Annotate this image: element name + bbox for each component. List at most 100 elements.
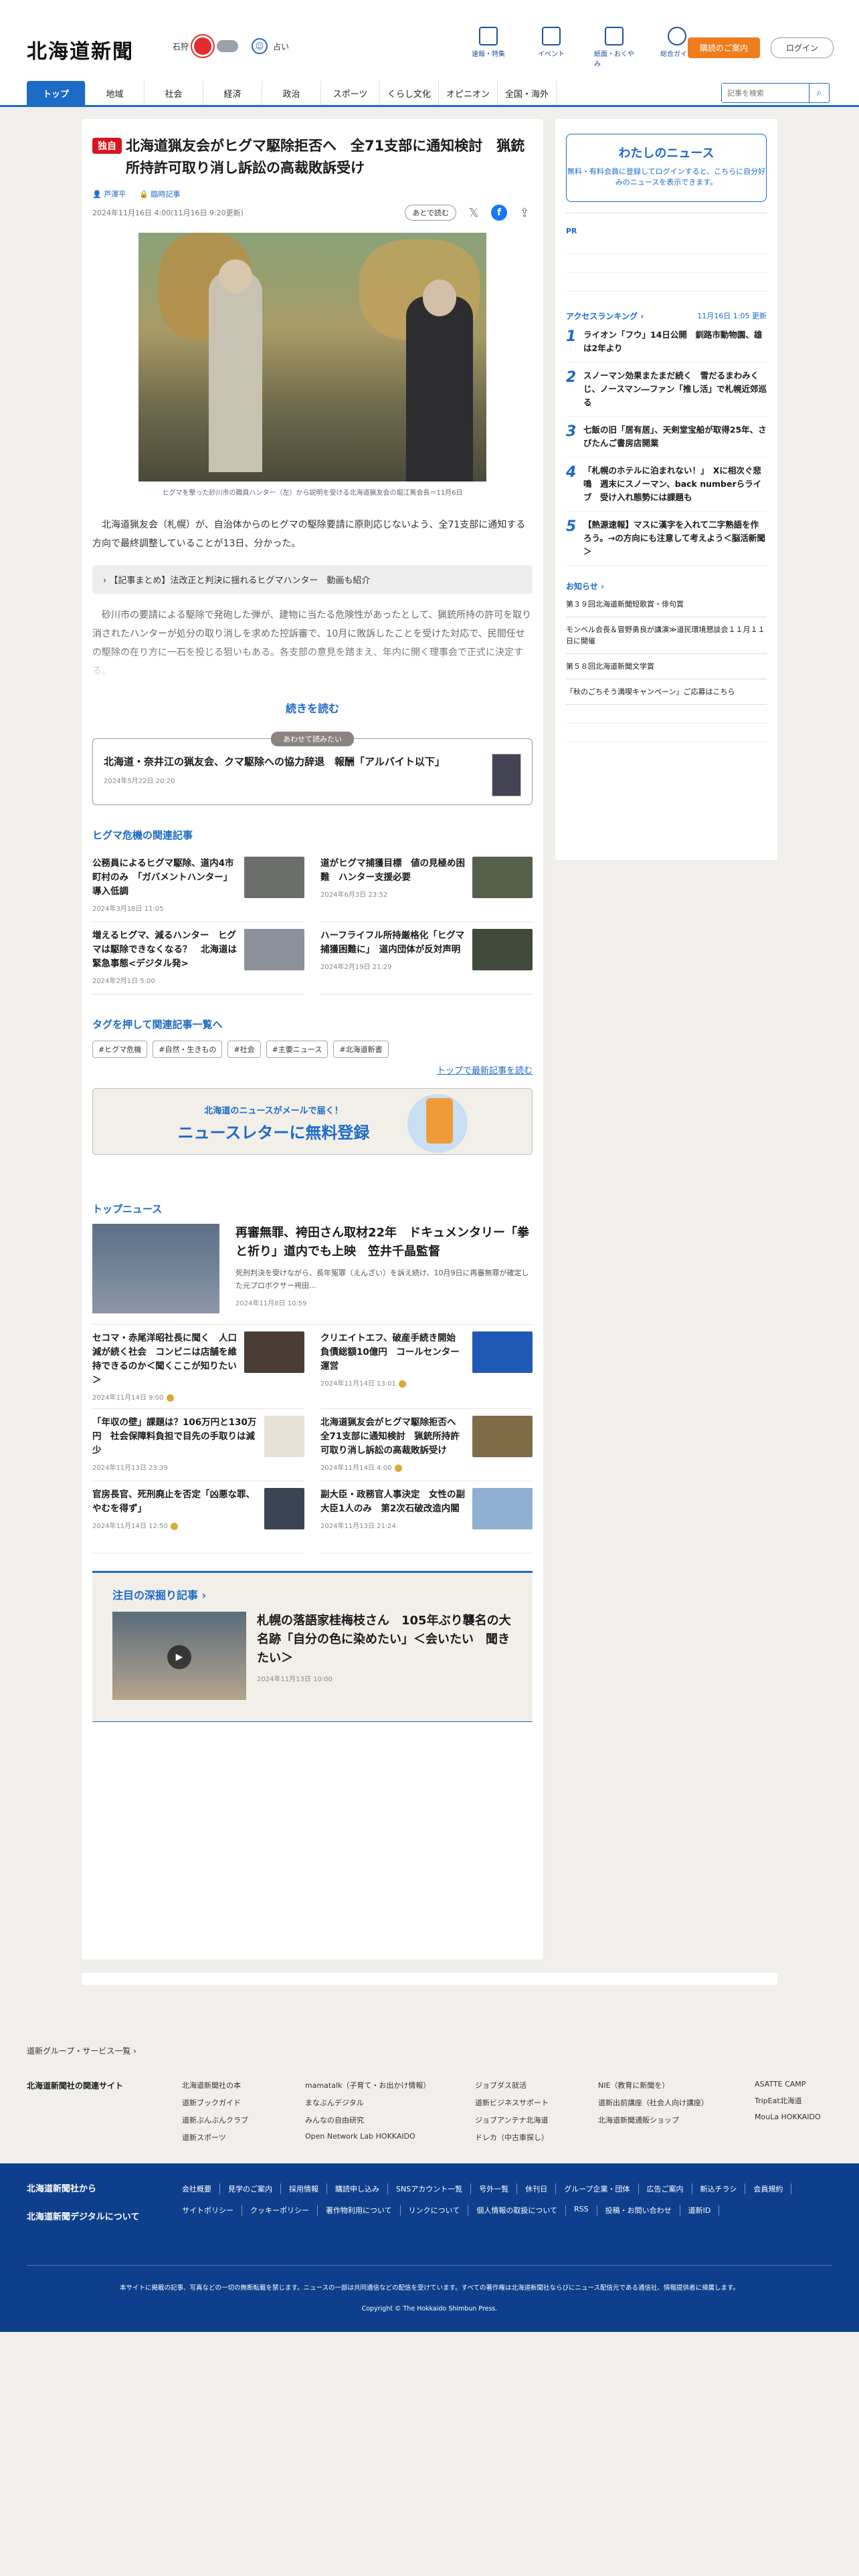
site-logo[interactable]: 北海道新聞 (27, 35, 134, 64)
author-link[interactable]: 👤 芦澤平 (92, 189, 126, 199)
search-input[interactable] (722, 84, 809, 102)
nav-tab-world[interactable]: 全国・海外 (498, 81, 557, 105)
ranking-item[interactable]: 1 ライオン「フウ」14日公開 釧路市動物園、雄は2年より (566, 322, 767, 362)
subscribe-button[interactable]: 購読のご案内 (688, 37, 761, 58)
summary-link[interactable]: › 【記事まとめ】法改正と判決に揺れるヒグマハンター 動画も紹介 (92, 565, 533, 594)
category-link[interactable]: 🔒 臨時記事 (139, 189, 180, 199)
site-link[interactable]: 北海道新聞社の本 (182, 2080, 289, 2090)
header-link-paper[interactable]: 紙面・おくやみ (594, 27, 634, 68)
login-button[interactable]: ログイン (771, 37, 834, 58)
article-photo[interactable] (138, 233, 486, 481)
footer-link[interactable]: クッキーポリシー (250, 2205, 318, 2216)
nav-tab-top[interactable]: トップ (27, 81, 86, 105)
header-link-events[interactable]: イベント (531, 27, 571, 68)
site-link[interactable]: TripEat北海道 (755, 2095, 828, 2106)
tag-link[interactable]: #北海道新書 (333, 1041, 389, 1058)
group-services-link[interactable]: 道新グループ・サービス一覧 › (27, 2045, 136, 2056)
notice-link[interactable]: 第５８回北海道新聞文学賞 (566, 654, 767, 679)
nav-tab-sports[interactable]: スポーツ (321, 81, 380, 105)
my-news-box[interactable]: わたしのニュース 無料・有料会員に登録してログインすると、こちらに自分好みのニュ… (566, 134, 767, 202)
related-article[interactable]: 増えるヒグマ、減るハンター ヒグマは駆除できなくなる？ 北海道は緊急事態<デジタ… (92, 922, 304, 994)
site-link[interactable]: 道新スポーツ (182, 2132, 289, 2143)
footer-link[interactable]: リンクについて (409, 2205, 469, 2216)
top-news-item[interactable]: 副大臣・政務官人事決定 女性の副大臣1人のみ 第2次石破改造内閣 2024年11月… (320, 1481, 533, 1553)
latest-articles-link[interactable]: トップで最新記事を読む (92, 1063, 533, 1076)
footer-link[interactable]: 会員規約 (753, 2183, 792, 2194)
share-icon[interactable]: ⇪ (516, 205, 533, 221)
tag-link[interactable]: #主要ニュース (266, 1041, 328, 1058)
site-link[interactable]: ドレカ（中古車探し） (475, 2132, 582, 2143)
ranking-item[interactable]: 2 スノーマン効果またまだ続く 雪だるまわみくじ、ノースマン―ファン「推し活」で札… (566, 362, 767, 417)
site-link[interactable]: 北海道新聞通販ショップ (598, 2115, 739, 2125)
site-link[interactable]: 道新ブックガイド (182, 2097, 289, 2108)
footer-link[interactable]: 道新ID (688, 2205, 720, 2216)
notice-link[interactable]: 第３９回北海道新聞短歌賞・俳句賞 (566, 592, 767, 617)
nav-tab-region[interactable]: 地域 (86, 81, 145, 105)
ranking-item[interactable]: 4 「札幌のホテルに泊まれない！」 Xに相次ぐ悲鳴 週末にスノーマン、back n… (566, 457, 767, 512)
related-article[interactable]: 道がヒグマ捕獲目標 値の見極め困難 ハンター支援必要 2024年6月3日 23:5… (320, 850, 533, 922)
play-icon[interactable]: ▶ (167, 1645, 191, 1669)
top-news-item[interactable]: セコマ・赤尾洋昭社長に聞く 人口減が続く社会 コンビニは店舗を維持できるのか＜聞… (92, 1325, 304, 1409)
top-news-feature[interactable]: 再審無罪、袴田さん取材22年 ドキュメンタリー「拳と祈り」道内でも上映 笠井千晶… (92, 1224, 533, 1325)
tag-link[interactable]: #自然・生きもの (153, 1041, 223, 1058)
related-article[interactable]: 公務員によるヒグマ駆除、道内4市町村のみ 「ガバメントハンター」導入低調 2024… (92, 850, 304, 922)
site-link[interactable]: ASATTE CAMP (755, 2080, 828, 2088)
weather-widget[interactable]: 石狩 ☺ 占い (173, 37, 289, 55)
footer-link[interactable]: 個人情報の取扱について (476, 2205, 567, 2216)
site-link[interactable]: MouLa HOKKAIDO (755, 2113, 828, 2121)
footer-link[interactable]: 著作物利用について (326, 2205, 401, 2216)
footer-link[interactable]: 購読申し込み (335, 2183, 388, 2194)
site-link[interactable]: 道新出前講座（社会人向け講座） (598, 2097, 739, 2108)
site-link[interactable]: みんなの自由研究 (305, 2115, 459, 2125)
footer-link[interactable]: グループ企業・団体 (564, 2183, 639, 2194)
pickup-article[interactable]: ▶ 札幌の落語家桂梅枝さん 105年ぶり襲名の大名跡「自分の色に染めたい」＜会い… (112, 1612, 512, 1700)
read-more-button[interactable]: 続きを読む (92, 700, 533, 716)
top-news-item[interactable]: 官房長官、死刑廃止を否定「凶悪な罪、やむを得ず」 2024年11月14日 12:5… (92, 1481, 304, 1553)
top-news-item[interactable]: クリエイトエフ、破産手続き開始 負債総額10億円 コールセンター運営 2024年1… (320, 1325, 533, 1409)
footer-link[interactable]: 新込チラシ (700, 2183, 746, 2194)
also-read-card[interactable]: あわせて読みたい 北海道・奈井江の猟友会、クマ駆除への協力辞退 報酬「アルバイト… (92, 732, 533, 805)
newsletter-banner[interactable]: 北海道のニュースがメールで届く！ ニュースレターに無料登録 (92, 1088, 533, 1155)
related-section-title[interactable]: ヒグマ危機の関連記事 (92, 828, 533, 842)
notice-link[interactable]: モンベル会長＆冒野勇良が講演≫道民環境懇談会１１月１１日に開催 (566, 617, 767, 654)
pickup-title[interactable]: 注目の深掘り記事 › (112, 1586, 512, 1602)
footer-link[interactable]: サイトポリシー (182, 2205, 242, 2216)
search-icon[interactable]: ⌕ (809, 84, 829, 102)
footer-link[interactable]: 見学のご案内 (228, 2183, 281, 2194)
site-link[interactable]: ジョブアンテナ北海道 (475, 2115, 582, 2125)
site-link[interactable]: mamatalk（子育て・お出かけ情報） (305, 2080, 459, 2090)
footer-link[interactable]: 号外一覧 (479, 2183, 518, 2194)
notice-title[interactable]: お知らせ › (566, 580, 767, 592)
nav-tab-society[interactable]: 社会 (145, 81, 203, 105)
footer-link[interactable]: SNSアカウント一覧 (396, 2183, 472, 2194)
facebook-share-icon[interactable]: f (491, 205, 507, 221)
nav-tab-culture[interactable]: くらし文化 (380, 81, 439, 105)
site-link[interactable]: ジョブダス就活 (475, 2080, 582, 2090)
site-link[interactable]: まなぶんデジタル (305, 2097, 459, 2108)
top-news-item[interactable]: 北海道猟友会がヒグマ駆除拒否へ 全71支部に通知検討 猟銃所持許可取り消し訴訟の… (320, 1409, 533, 1481)
nav-tab-opinion[interactable]: オピニオン (439, 81, 498, 105)
ranking-title[interactable]: アクセスランキング › (566, 310, 644, 322)
top-news-item[interactable]: 「年収の壁」課題は？106万円と130万円 社会保障料負担で目先の手取りは減少 2… (92, 1409, 304, 1481)
footer-link[interactable]: 会社概要 (182, 2183, 220, 2194)
read-later-button[interactable]: あとで読む (405, 205, 456, 221)
x-share-icon[interactable]: 𝕏 (466, 205, 482, 221)
tag-link[interactable]: #ヒグマ危機 (92, 1041, 148, 1058)
nav-tab-politics[interactable]: 政治 (262, 81, 321, 105)
footer-link[interactable]: 広告ご案内 (647, 2183, 692, 2194)
footer-link[interactable]: 休刊日 (525, 2183, 557, 2194)
tag-link[interactable]: #社会 (227, 1041, 261, 1058)
site-link[interactable]: 道新ビジネスサポート (475, 2097, 582, 2108)
notice-link[interactable]: 「秋のごちそう満喫キャンペーン」ご応募はこちら (566, 679, 767, 705)
nav-tab-economy[interactable]: 経済 (203, 81, 262, 105)
ranking-item[interactable]: 5 【熱源速報】マスに漢字を入れて二字熟語を作ろう。→の方向にも注意して考えよう＜… (566, 512, 767, 566)
site-link[interactable]: 道新ぶんぶんクラブ (182, 2115, 289, 2125)
site-link[interactable]: Open Network Lab HOKKAIDO (305, 2132, 459, 2141)
header-link-breaking[interactable]: 速報・特集 (468, 27, 508, 68)
ranking-item[interactable]: 3 七飯の旧「居有居」、天剣堂宝船が取得25年、さびたんご書房店開業 (566, 417, 767, 457)
site-link[interactable]: NIE（教育に新聞を） (598, 2080, 739, 2090)
related-article[interactable]: ハーフライフル所持厳格化「ヒグマ捕獲困難に」 道内団体が反対声明 2024年2月1… (320, 922, 533, 994)
footer-link[interactable]: 採用情報 (289, 2183, 327, 2194)
footer-link[interactable]: RSS (574, 2205, 597, 2216)
footer-link[interactable]: 投稿・お問い合わせ (605, 2205, 680, 2216)
